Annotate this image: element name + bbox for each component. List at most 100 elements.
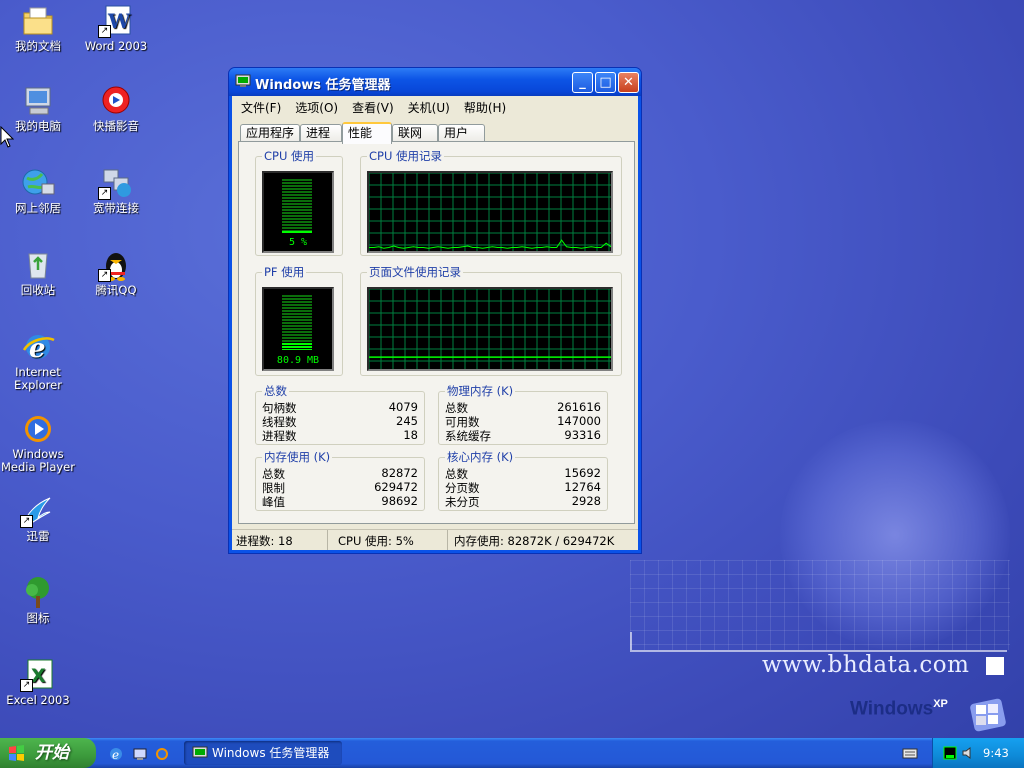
desktop-icon-recycle-bin[interactable]: 回收站 [0, 248, 76, 297]
totals-group: 总数 句柄数 4079 线程数 245 进程数 18 [255, 383, 425, 445]
tab-performance[interactable]: 性能 [342, 122, 393, 144]
stat-label: 峰值 [262, 495, 285, 509]
pf-usage-title: PF 使用 [262, 264, 307, 280]
desktop-icon-media-player[interactable]: Windows Media Player [0, 412, 76, 474]
title-bar[interactable]: Windows 任务管理器 _ □ ✕ [229, 68, 641, 96]
stat-value: 245 [396, 414, 418, 428]
tab-strip: 应用程序 进程 性能 联网 用户 [240, 122, 486, 144]
wallpaper-ruler [630, 632, 1007, 652]
task-manager-window[interactable]: Windows 任务管理器 _ □ ✕ 文件(F) 选项(O) 查看(V) 关机… [228, 67, 642, 554]
tab-processes[interactable]: 进程 [300, 124, 343, 142]
task-manager-icon [192, 746, 208, 758]
menu-file[interactable]: 文件(F) [234, 96, 288, 116]
stat-value: 4079 [388, 400, 418, 414]
watermark-text: www.bhdata.com [762, 652, 970, 678]
minimize-button[interactable]: _ [572, 72, 593, 93]
cpu-history-graph [367, 171, 613, 253]
system-tray: 9:43 [932, 738, 1024, 768]
stat-value: 98692 [381, 494, 418, 508]
pf-meter-bars [282, 295, 312, 350]
performance-panel: CPU 使用 5 % CPU 使用记录 PF 使用 80.9 MB 页面文件使用… [238, 141, 635, 524]
taskbar-item-label: Windows 任务管理器 [212, 746, 330, 760]
cpu-usage-group: CPU 使用 5 % [255, 148, 343, 256]
desktop-icon-internet-explorer[interactable]: e Internet Explorer [0, 330, 76, 392]
menu-view[interactable]: 查看(V) [345, 96, 401, 116]
stat-row: 限制 629472 [262, 480, 418, 495]
media-quicklaunch-icon[interactable] [154, 746, 170, 762]
taskbar: 开始 e Windows 任务管理器 9:43 [0, 738, 1024, 768]
status-memory: 内存使用: 82872K / 629472K [454, 534, 615, 548]
totals-title: 总数 [262, 383, 289, 399]
cpu-usage-value: 5 % [288, 237, 308, 248]
tab-applications[interactable]: 应用程序 [240, 124, 301, 142]
desktop-icon-excel-2003[interactable]: X ↗ Excel 2003 [0, 658, 76, 707]
menu-options[interactable]: 选项(O) [288, 96, 345, 116]
maximize-button[interactable]: □ [595, 72, 616, 93]
stat-value: 2928 [571, 494, 601, 508]
qvod-player-icon [98, 84, 134, 118]
media-player-icon [20, 412, 56, 446]
stat-row: 句柄数 4079 [262, 400, 418, 415]
desktop-icon-thunder[interactable]: ↗ 迅雷 [0, 494, 76, 543]
task-manager-icon [235, 74, 251, 87]
pf-meter-fill [282, 342, 312, 350]
start-button[interactable]: 开始 [0, 738, 96, 768]
stat-row: 系统缓存 93316 [445, 428, 601, 443]
window-title: Windows 任务管理器 [255, 78, 391, 93]
network-places-icon [20, 166, 56, 200]
excel-icon: X ↗ [20, 658, 56, 692]
desktop-icon-network-places[interactable]: 网上邻居 [0, 166, 76, 215]
keyboard-icon[interactable] [902, 747, 918, 759]
commit-charge-group: 内存使用 (K) 总数 82872 限制 629472 峰值 98692 [255, 449, 425, 511]
pf-usage-value: 80.9 MB [276, 355, 320, 366]
cpu-history-group: CPU 使用记录 [360, 148, 622, 256]
menu-help[interactable]: 帮助(H) [457, 96, 513, 116]
tab-networking[interactable]: 联网 [392, 124, 439, 142]
show-desktop-icon[interactable] [132, 746, 148, 762]
desktop-icon-tencent-qq[interactable]: ↗ 腾讯QQ [78, 248, 154, 297]
desktop-icon-broadband[interactable]: ↗ 宽带连接 [78, 166, 154, 215]
pf-usage-group: PF 使用 80.9 MB [255, 264, 343, 376]
computer-icon [20, 84, 56, 118]
shortcut-arrow-icon: ↗ [20, 679, 33, 692]
status-bar: 进程数: 18 CPU 使用: 5% 内存使用: 82872K / 629472… [232, 529, 638, 550]
status-cpu: CPU 使用: 5% [328, 530, 448, 550]
desktop-icon-my-documents[interactable]: 我的文档 [0, 4, 76, 53]
stat-row: 总数 82872 [262, 466, 418, 481]
stat-row: 未分页 2928 [445, 494, 601, 509]
tab-users[interactable]: 用户 [438, 124, 486, 142]
desktop-icon-tree[interactable]: 图标 [0, 576, 76, 625]
pf-history-title: 页面文件使用记录 [367, 264, 463, 280]
desktop-icon-word-2003[interactable]: W ↗ Word 2003 [78, 4, 154, 53]
pf-history-graph [367, 287, 613, 371]
ie-quicklaunch-icon[interactable]: e [108, 746, 124, 762]
physical-memory-title: 物理内存 (K) [445, 383, 516, 399]
tree-icon [20, 576, 56, 610]
mouse-cursor-icon [0, 126, 14, 148]
taskbar-item-task-manager[interactable]: Windows 任务管理器 [184, 741, 342, 765]
stat-row: 总数 15692 [445, 466, 601, 481]
stat-value: 261616 [557, 400, 601, 414]
stat-value: 82872 [381, 466, 418, 480]
thunder-bird-icon: ↗ [20, 494, 56, 528]
commit-charge-title: 内存使用 (K) [262, 449, 333, 465]
broadband-icon: ↗ [98, 166, 134, 200]
start-label: 开始 [35, 743, 69, 763]
windows-xp-brand: WindowsXP [850, 698, 948, 720]
stat-label: 限制 [262, 481, 285, 495]
recycle-bin-icon [20, 248, 56, 282]
stat-row: 分页数 12764 [445, 480, 601, 495]
stat-value: 15692 [564, 466, 601, 480]
volume-icon[interactable] [961, 746, 975, 760]
wallpaper-glow [780, 420, 1010, 650]
cpu-history-title: CPU 使用记录 [367, 148, 445, 164]
pf-history-chart [369, 289, 611, 369]
qq-penguin-icon: ↗ [98, 248, 134, 282]
stat-value: 629472 [374, 480, 418, 494]
task-manager-tray-icon[interactable] [943, 746, 957, 760]
desktop-icon-qvod-player[interactable]: 快播影音 [78, 84, 154, 133]
close-button[interactable]: ✕ [618, 72, 639, 93]
menu-shutdown[interactable]: 关机(U) [401, 96, 457, 116]
stat-row: 可用数 147000 [445, 414, 601, 429]
cpu-history-chart [369, 173, 611, 251]
